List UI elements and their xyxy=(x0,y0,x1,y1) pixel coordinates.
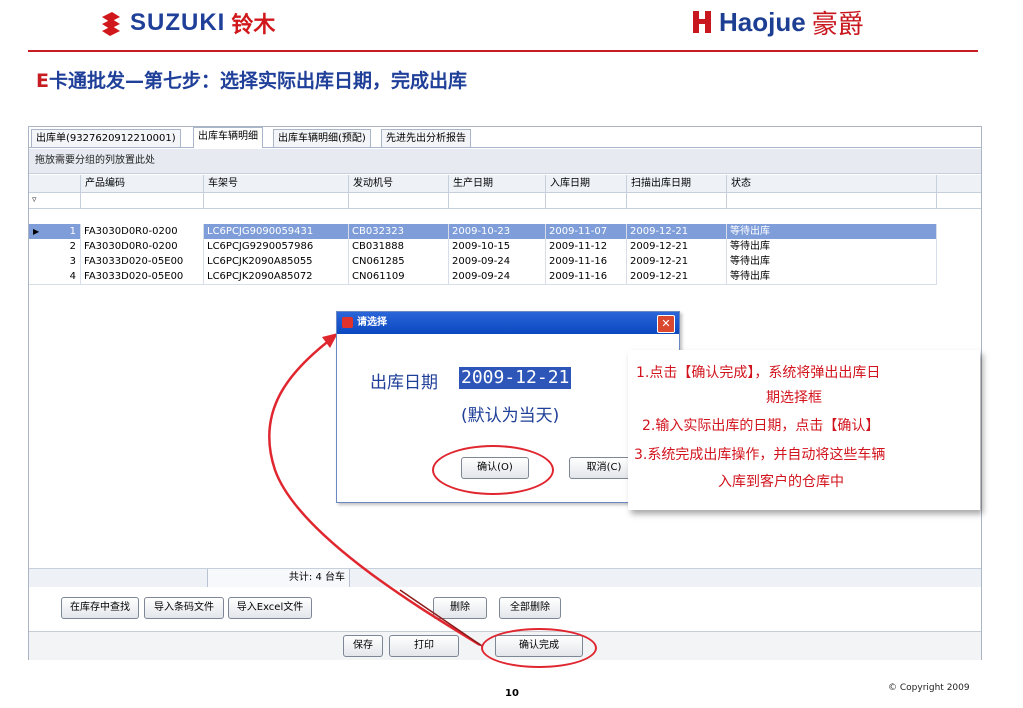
dialog-title-bar[interactable]: 请选择 ✕ xyxy=(337,312,679,334)
highlight-ring-complete xyxy=(481,628,597,668)
callout-line: 3.系统完成出库操作，并自动将这些车辆 xyxy=(634,447,886,463)
app-icon xyxy=(342,317,353,328)
dialog-title: 请选择 xyxy=(357,317,387,328)
page-number: 10 xyxy=(505,688,519,699)
callout-line: 1.点击【确认完成】，系统将弹出出库日 xyxy=(636,365,881,381)
callout-line: 2.输入实际出库的日期，点击【确认】 xyxy=(642,418,880,434)
highlight-ring-confirm xyxy=(432,445,554,495)
instruction-callout: 1.点击【确认完成】，系统将弹出出库日 期选择框 2.输入实际出库的日期，点击【… xyxy=(628,350,980,510)
outbound-date-label: 出库日期 xyxy=(370,373,438,393)
arrow-line xyxy=(399,589,483,647)
close-icon[interactable]: ✕ xyxy=(657,315,675,333)
outbound-date-input[interactable]: 2009-12-21 xyxy=(459,367,572,389)
date-default-hint: (默认为当天) xyxy=(461,406,560,426)
callout-line: 期选择框 xyxy=(766,390,822,406)
callout-line: 入库到客户的仓库中 xyxy=(718,474,844,490)
copyright: © Copyright 2009 xyxy=(888,683,970,693)
